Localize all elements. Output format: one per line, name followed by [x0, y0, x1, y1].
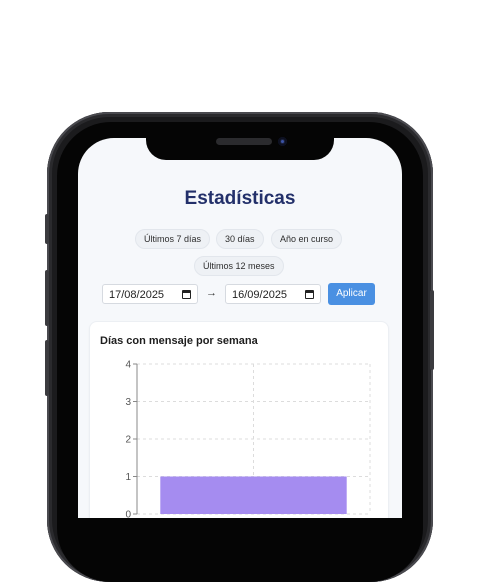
date-from-input[interactable]: 17/08/2025	[102, 284, 198, 304]
bar-chart: 0 1 2 3 4	[125, 360, 371, 519]
phone-volume-down-button	[45, 340, 49, 396]
date-to-value: 16/09/2025	[232, 289, 288, 301]
calendar-icon[interactable]	[182, 290, 191, 299]
phone-power-button	[430, 290, 434, 370]
front-camera	[278, 137, 287, 146]
phone-mute-switch	[45, 214, 49, 244]
phone-volume-up-button	[45, 270, 49, 326]
y-tick-label: 4	[125, 360, 131, 371]
arrow-right-icon: →	[206, 287, 217, 299]
preset-current-year[interactable]: Año en curso	[271, 229, 343, 249]
phone-speaker	[216, 138, 272, 145]
preset-last-7-days[interactable]: Últimos 7 días	[135, 229, 211, 249]
y-tick-label: 3	[125, 397, 131, 408]
page-title: Estadísticas	[184, 188, 296, 209]
chart-card: Días con mensaje por semana 01234	[89, 321, 389, 518]
date-to-input[interactable]: 16/09/2025	[225, 284, 321, 304]
y-tick-label: 1	[125, 472, 131, 483]
y-tick-label: 0	[125, 510, 131, 519]
app-screen: Estadísticas Últimos 7 días 30 días Año …	[78, 138, 402, 518]
preset-last-12-months[interactable]: Últimos 12 meses	[194, 256, 284, 276]
apply-button[interactable]: Aplicar	[328, 283, 375, 305]
date-from-value: 17/08/2025	[109, 289, 165, 301]
y-tick-label: 2	[125, 435, 131, 446]
bar-week-1	[160, 476, 347, 514]
preset-30-days[interactable]: 30 días	[216, 229, 264, 249]
calendar-icon[interactable]	[305, 290, 314, 299]
